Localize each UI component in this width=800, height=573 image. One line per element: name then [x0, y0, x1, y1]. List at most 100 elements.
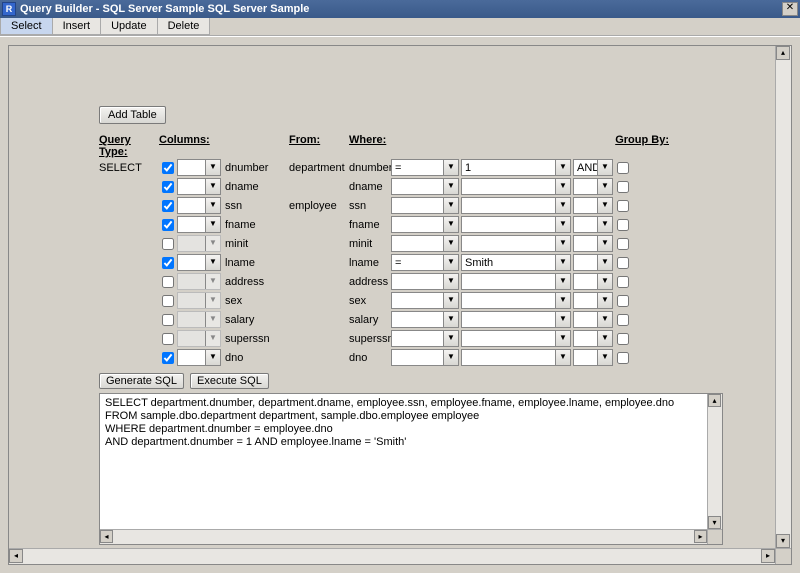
- operator-dropdown[interactable]: =▼: [391, 159, 459, 176]
- conjunction-dropdown[interactable]: ▼: [573, 178, 613, 195]
- tab-update[interactable]: Update: [100, 18, 157, 35]
- conjunction-dropdown[interactable]: ▼: [573, 330, 613, 347]
- tab-insert[interactable]: Insert: [52, 18, 102, 35]
- groupby-checkbox[interactable]: [617, 333, 629, 345]
- conjunction-dropdown[interactable]: ▼: [573, 311, 613, 328]
- chevron-down-icon: ▼: [443, 274, 458, 289]
- column-dropdown[interactable]: ▼: [177, 178, 221, 195]
- operator-dropdown[interactable]: ▼: [391, 216, 459, 233]
- column-checkbox[interactable]: [162, 238, 174, 250]
- groupby-checkbox[interactable]: [617, 314, 629, 326]
- execute-sql-button[interactable]: Execute SQL: [190, 373, 269, 389]
- scroll-up-icon[interactable]: ▴: [708, 394, 721, 407]
- column-dropdown: ▼: [177, 292, 221, 309]
- chevron-down-icon: ▼: [205, 350, 220, 365]
- chevron-down-icon: ▼: [597, 217, 612, 232]
- conjunction-dropdown[interactable]: ▼: [573, 216, 613, 233]
- scroll-down-icon[interactable]: ▾: [708, 516, 721, 529]
- conjunction-dropdown[interactable]: ▼: [573, 349, 613, 366]
- value-dropdown[interactable]: ▼: [461, 330, 571, 347]
- chevron-down-icon: ▼: [555, 160, 570, 175]
- groupby-checkbox[interactable]: [617, 295, 629, 307]
- conjunction-dropdown[interactable]: ▼: [573, 254, 613, 271]
- value-dropdown[interactable]: ▼: [461, 235, 571, 252]
- column-dropdown[interactable]: ▼: [177, 254, 221, 271]
- column-checkbox[interactable]: [162, 333, 174, 345]
- operator-dropdown[interactable]: ▼: [391, 235, 459, 252]
- column-checkbox[interactable]: [162, 276, 174, 288]
- chevron-down-icon: ▼: [597, 274, 612, 289]
- column-dropdown[interactable]: ▼: [177, 349, 221, 366]
- column-checkbox[interactable]: [162, 162, 174, 174]
- column-checkbox[interactable]: [162, 181, 174, 193]
- scroll-corner: [775, 548, 791, 564]
- groupby-checkbox[interactable]: [617, 238, 629, 250]
- scroll-up-icon[interactable]: ▴: [776, 46, 790, 60]
- column-checkbox[interactable]: [162, 200, 174, 212]
- column-dropdown[interactable]: ▼: [177, 197, 221, 214]
- conjunction-dropdown[interactable]: ▼: [573, 273, 613, 290]
- sql-output-panel: ▴ ▾ ◂ ▸: [99, 393, 723, 545]
- chevron-down-icon: ▼: [555, 179, 570, 194]
- groupby-checkbox[interactable]: [617, 200, 629, 212]
- panel-vertical-scrollbar[interactable]: ▴ ▾: [775, 46, 791, 548]
- menu-bar: Select Insert Update Delete: [0, 18, 800, 36]
- scroll-right-icon[interactable]: ▸: [761, 549, 775, 563]
- chevron-down-icon: ▼: [205, 331, 220, 346]
- groupby-checkbox[interactable]: [617, 257, 629, 269]
- operator-dropdown[interactable]: ▼: [391, 178, 459, 195]
- operator-dropdown[interactable]: ▼: [391, 197, 459, 214]
- operator-dropdown[interactable]: ▼: [391, 292, 459, 309]
- groupby-checkbox[interactable]: [617, 276, 629, 288]
- value-dropdown[interactable]: ▼: [461, 311, 571, 328]
- sql-vertical-scrollbar[interactable]: ▴ ▾: [707, 394, 722, 529]
- value-dropdown[interactable]: ▼: [461, 197, 571, 214]
- operator-dropdown[interactable]: ▼: [391, 330, 459, 347]
- value-dropdown[interactable]: 1▼: [461, 159, 571, 176]
- value-dropdown[interactable]: ▼: [461, 349, 571, 366]
- column-dropdown[interactable]: ▼: [177, 159, 221, 176]
- panel-horizontal-scrollbar[interactable]: ◂ ▸: [9, 548, 775, 564]
- column-checkbox[interactable]: [162, 257, 174, 269]
- where-column: ssn: [349, 200, 391, 212]
- title-bar: R Query Builder - SQL Server Sample SQL …: [0, 0, 800, 18]
- generate-sql-button[interactable]: Generate SQL: [99, 373, 184, 389]
- sql-output[interactable]: [100, 394, 707, 529]
- scroll-left-icon[interactable]: ◂: [100, 530, 113, 543]
- app-icon: R: [2, 2, 16, 16]
- conjunction-dropdown[interactable]: ▼: [573, 235, 613, 252]
- conjunction-dropdown[interactable]: AND▼: [573, 159, 613, 176]
- chevron-down-icon: ▼: [555, 255, 570, 270]
- value-dropdown[interactable]: ▼: [461, 273, 571, 290]
- groupby-checkbox[interactable]: [617, 181, 629, 193]
- scroll-down-icon[interactable]: ▾: [776, 534, 790, 548]
- operator-dropdown[interactable]: ▼: [391, 311, 459, 328]
- scroll-right-icon[interactable]: ▸: [694, 530, 707, 543]
- groupby-checkbox[interactable]: [617, 219, 629, 231]
- conjunction-dropdown[interactable]: ▼: [573, 292, 613, 309]
- value-dropdown[interactable]: ▼: [461, 178, 571, 195]
- column-checkbox[interactable]: [162, 219, 174, 231]
- conjunction-dropdown[interactable]: ▼: [573, 197, 613, 214]
- groupby-checkbox[interactable]: [617, 162, 629, 174]
- add-table-button[interactable]: Add Table: [99, 106, 166, 124]
- scroll-left-icon[interactable]: ◂: [9, 549, 23, 563]
- column-checkbox[interactable]: [162, 295, 174, 307]
- operator-dropdown[interactable]: ▼: [391, 349, 459, 366]
- grid-row: ▼addressaddress▼▼▼: [99, 272, 775, 291]
- operator-dropdown[interactable]: ▼: [391, 273, 459, 290]
- column-checkbox[interactable]: [162, 314, 174, 326]
- column-dropdown[interactable]: ▼: [177, 216, 221, 233]
- value-dropdown[interactable]: ▼: [461, 292, 571, 309]
- grid-row: ▼salarysalary▼▼▼: [99, 310, 775, 329]
- value-dropdown[interactable]: Smith▼: [461, 254, 571, 271]
- sql-horizontal-scrollbar[interactable]: ◂ ▸: [100, 529, 707, 544]
- column-checkbox[interactable]: [162, 352, 174, 364]
- tab-select[interactable]: Select: [0, 18, 53, 35]
- operator-dropdown[interactable]: =▼: [391, 254, 459, 271]
- groupby-checkbox[interactable]: [617, 352, 629, 364]
- close-icon[interactable]: ✕: [782, 2, 798, 16]
- tab-delete[interactable]: Delete: [157, 18, 211, 35]
- column-dropdown: ▼: [177, 235, 221, 252]
- value-dropdown[interactable]: ▼: [461, 216, 571, 233]
